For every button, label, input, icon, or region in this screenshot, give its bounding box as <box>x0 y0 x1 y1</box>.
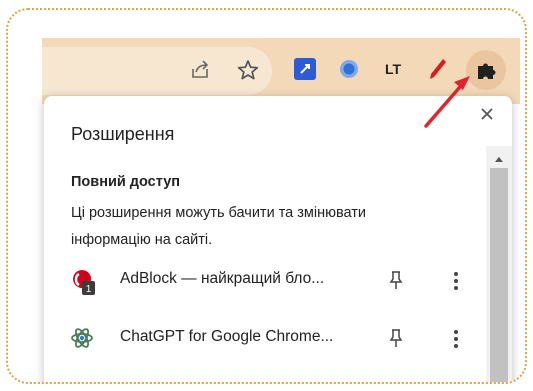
scroll-thumb[interactable] <box>490 168 508 382</box>
more-vert-icon[interactable] <box>448 328 464 350</box>
screenshot-frame: LT Розширення Повний доступ Ці розширенн… <box>6 8 527 384</box>
close-icon[interactable] <box>476 103 498 125</box>
panel-title: Розширення <box>71 124 175 144</box>
extension-row-chatgpt[interactable]: ChatGPT for Google Chrome... <box>44 318 484 358</box>
pin-icon[interactable] <box>388 270 404 290</box>
extension-row-adblock[interactable]: 1 AdBlock — найкращий бло... <box>44 260 484 300</box>
extensions-panel: Розширення Повний доступ Ці розширення м… <box>44 96 512 382</box>
more-vert-icon[interactable] <box>448 270 464 292</box>
extensions-puzzle-button[interactable] <box>466 50 506 90</box>
section-description: Ці розширення можуть бачити та змінювати… <box>71 205 367 248</box>
puzzle-icon <box>478 63 496 79</box>
chatgpt-icon <box>70 326 96 354</box>
section-title: Повний доступ <box>71 174 181 190</box>
languagetool-icon[interactable]: LT <box>380 56 406 82</box>
extension-name: ChatGPT for Google Chrome... <box>120 328 334 345</box>
adblock-badge: 1 <box>86 284 92 295</box>
browser-toolbar: LT <box>42 38 520 104</box>
star-icon[interactable] <box>235 57 261 83</box>
extension-circle-icon[interactable] <box>338 58 360 80</box>
extension-icon[interactable] <box>294 58 316 80</box>
scroll-up-icon[interactable] <box>493 151 505 162</box>
pen-icon[interactable] <box>427 56 449 82</box>
languagetool-label: LT <box>384 61 402 77</box>
share-icon[interactable] <box>188 58 212 82</box>
pin-icon[interactable] <box>388 328 404 348</box>
adblock-icon: 1 <box>70 268 96 296</box>
extension-name: AdBlock — найкращий бло... <box>120 270 325 287</box>
